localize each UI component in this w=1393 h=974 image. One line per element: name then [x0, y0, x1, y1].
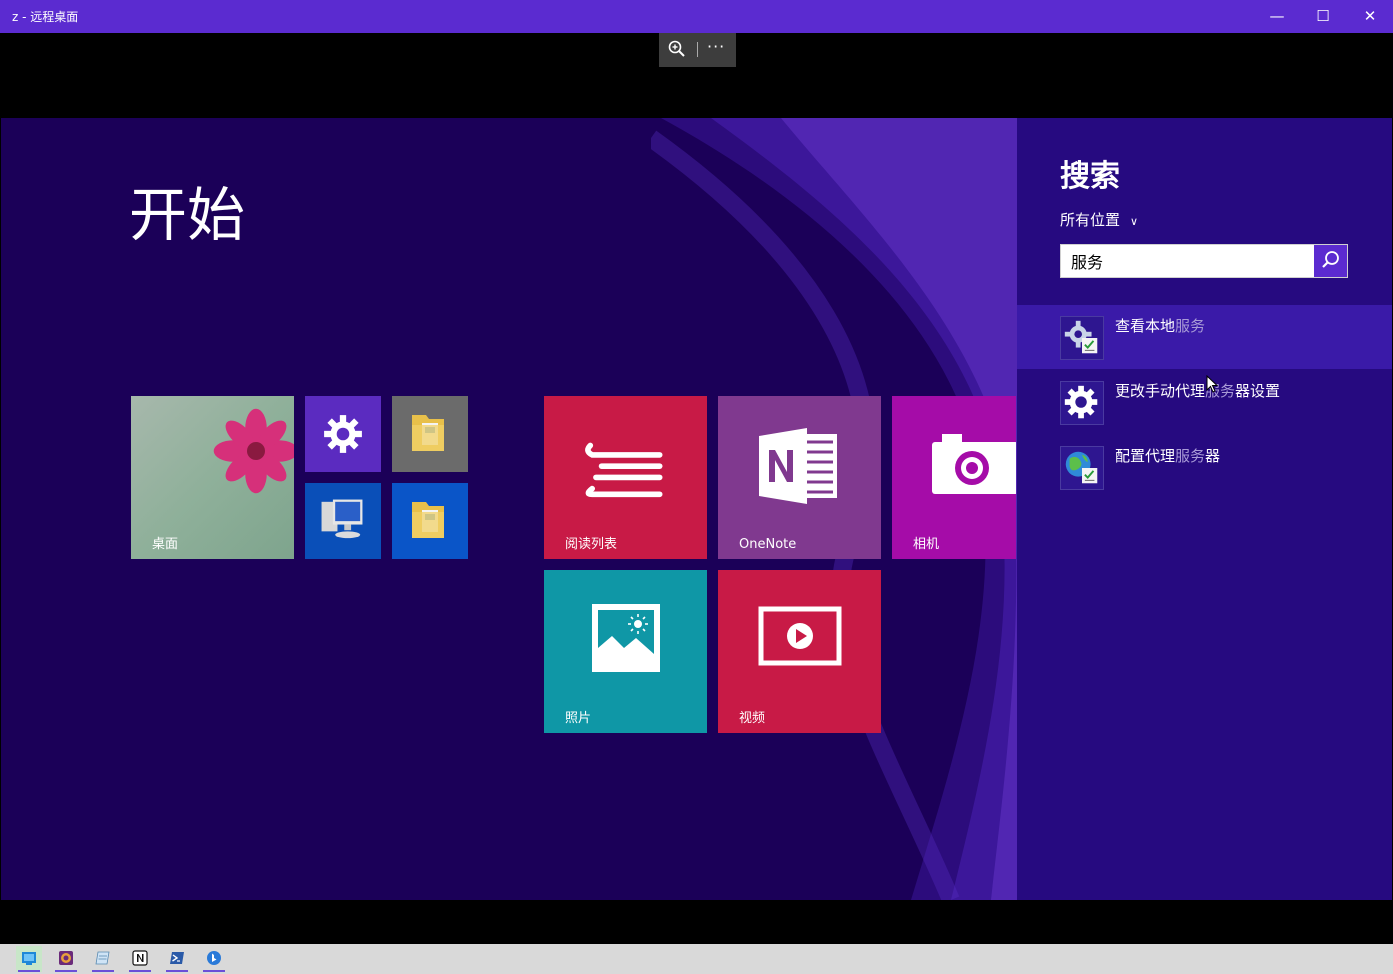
active-indicator: [203, 970, 225, 972]
tile-file-explorer[interactable]: [392, 396, 468, 472]
folder-icon: [412, 415, 444, 451]
maximize-button[interactable]: ☐: [1300, 0, 1346, 33]
search-input[interactable]: [1061, 245, 1315, 277]
more-options-button[interactable]: ···: [707, 37, 725, 56]
search-result-view-local-services[interactable]: 查看本地服务: [1017, 305, 1392, 369]
window-titlebar: z - 远程桌面 — ☐ ✕: [0, 0, 1393, 33]
globe-icon: [1060, 446, 1104, 490]
notion-icon: [132, 950, 148, 966]
taskbar-browser[interactable]: [53, 946, 79, 972]
taskbar-notion[interactable]: [127, 946, 153, 972]
reading-list-icon: [585, 442, 663, 498]
active-indicator: [55, 970, 77, 972]
bing-icon: [207, 951, 221, 965]
search-result-label: 查看本地服务: [1115, 317, 1206, 335]
tile-desktop[interactable]: 桌面: [131, 396, 294, 559]
tile-reading-list[interactable]: 阅读列表: [544, 396, 707, 559]
video-icon: [758, 606, 842, 666]
chevron-down-icon: ∨: [1130, 215, 1139, 228]
active-indicator: [92, 970, 114, 972]
search-result-configure-proxy-server[interactable]: 配置代理服务器: [1017, 435, 1392, 499]
remote-desktop-icon: [22, 952, 36, 965]
tile-pc-settings[interactable]: [305, 396, 381, 472]
camera-icon: [932, 434, 1016, 494]
photos-icon: [592, 604, 660, 672]
toolbar-divider: [697, 42, 698, 57]
flower-icon: [213, 408, 294, 494]
search-result-change-proxy-settings[interactable]: 更改手动代理服务器设置: [1017, 370, 1392, 434]
tile-this-pc[interactable]: [305, 483, 381, 559]
minimize-button[interactable]: —: [1254, 0, 1300, 33]
notepad-icon: [95, 951, 110, 965]
tile-onenote-label: OneNote: [739, 537, 797, 552]
remote-desktop-viewport[interactable]: ··· 开始 桌面 阅读列表 OneNote 相机 照片 视频 搜索 所有位置 …: [1, 33, 1392, 944]
taskbar-bing[interactable]: [201, 946, 227, 972]
active-indicator: [18, 970, 40, 972]
search-scope-dropdown[interactable]: 所有位置 ∨: [1060, 209, 1138, 230]
onenote-icon: [759, 428, 837, 504]
tile-file-explorer-2[interactable]: [392, 483, 468, 559]
search-box: [1060, 244, 1348, 278]
powershell-icon: [170, 952, 184, 964]
search-pane: 搜索 所有位置 ∨ 服务 查看本地服务 更改手动代理服务器设置 配置代理服务器: [1017, 118, 1392, 900]
tile-photos[interactable]: 照片: [544, 570, 707, 733]
mouse-cursor-icon: [1206, 375, 1218, 393]
search-icon: [1322, 251, 1339, 268]
gear-icon: [1060, 381, 1104, 425]
tile-desktop-label: 桌面: [152, 537, 179, 552]
search-result-label: 配置代理服务器: [1115, 447, 1221, 465]
tile-camera[interactable]: 相机: [892, 396, 1016, 559]
tile-video[interactable]: 视频: [718, 570, 881, 733]
gear-icon: [324, 415, 362, 453]
tile-camera-label: 相机: [913, 537, 940, 552]
browser-icon: [59, 951, 73, 965]
taskbar-remote-desktop[interactable]: [16, 946, 42, 972]
start-title: 开始: [129, 181, 246, 249]
active-indicator: [166, 970, 188, 972]
search-scope-label: 所有位置: [1060, 211, 1121, 229]
tile-video-label: 视频: [739, 711, 766, 726]
tile-photos-label: 照片: [565, 711, 592, 726]
search-result-label: 更改手动代理服务器设置: [1115, 382, 1281, 400]
services-icon: [1060, 316, 1104, 360]
search-title: 搜索: [1060, 159, 1120, 194]
host-taskbar: [0, 944, 1393, 974]
computer-icon: [321, 499, 363, 539]
tile-reading-list-label: 阅读列表: [565, 537, 618, 552]
tile-onenote[interactable]: OneNote: [718, 396, 881, 559]
taskbar-notepad[interactable]: [90, 946, 116, 972]
zoom-in-icon[interactable]: [667, 39, 687, 59]
close-button[interactable]: ✕: [1347, 0, 1393, 33]
start-screen: 开始 桌面 阅读列表 OneNote 相机 照片 视频 搜索 所有位置 ∨ 服务…: [1, 118, 1392, 900]
taskbar-powershell[interactable]: [164, 946, 190, 972]
search-button[interactable]: [1314, 245, 1347, 277]
window-title: z - 远程桌面: [12, 10, 79, 24]
active-indicator: [129, 970, 151, 972]
folder-icon: [412, 502, 444, 538]
remote-session-toolbar: ···: [659, 33, 736, 67]
